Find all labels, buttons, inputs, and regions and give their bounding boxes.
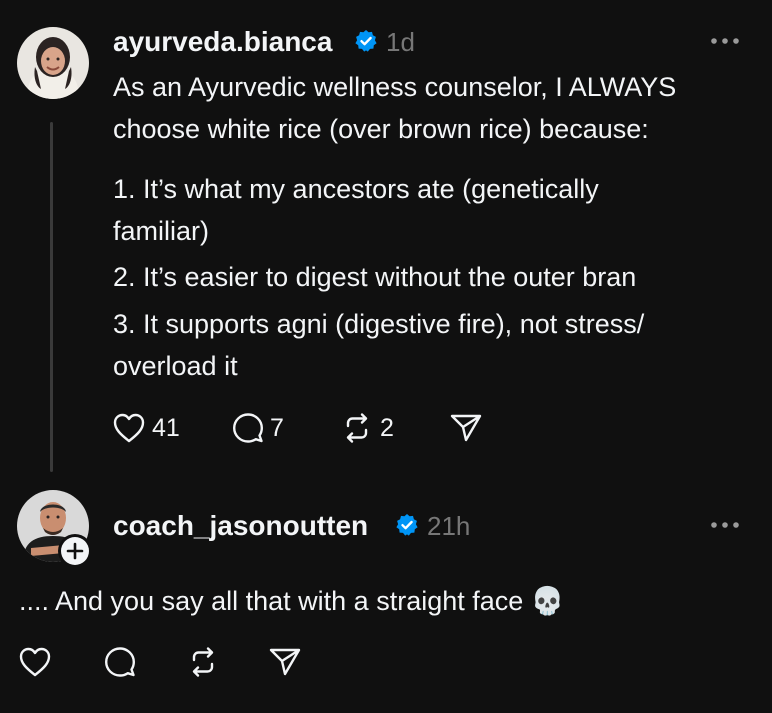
more-icon[interactable] <box>710 37 740 45</box>
comment-icon <box>233 413 263 443</box>
follow-button[interactable] <box>58 534 92 568</box>
comment-icon <box>105 647 135 677</box>
reply-timestamp: 21h <box>427 511 471 541</box>
post-text-line-2: choose white rice (over brown rice) beca… <box>113 114 649 144</box>
comment-count: 7 <box>270 413 284 442</box>
reply-share-button[interactable] <box>268 646 302 678</box>
reply-comment-button[interactable] <box>104 646 136 678</box>
post-text-line-5: 2. It’s easier to digest without the out… <box>113 262 637 292</box>
reply-text: .... And you say all that with a straigh… <box>19 586 565 616</box>
comment-button[interactable]: 7 <box>232 412 284 444</box>
reply-repost-button[interactable] <box>186 646 220 678</box>
avatar-image <box>17 27 89 99</box>
share-icon <box>269 648 301 676</box>
plus-icon <box>66 542 84 560</box>
verified-badge-icon <box>355 30 377 52</box>
post-text-line-4: familiar) <box>113 216 210 246</box>
share-icon <box>450 414 482 442</box>
more-icon[interactable] <box>710 521 740 529</box>
repost-icon <box>346 413 368 443</box>
thread-line <box>50 122 53 472</box>
repost-icon <box>192 647 214 677</box>
post-text-line-3: 1. It’s what my ancestors ate (genetical… <box>113 174 599 204</box>
reply-username[interactable]: coach_jasonoutten <box>113 512 368 540</box>
like-button[interactable]: 41 <box>112 412 180 444</box>
post-timestamp: 1d <box>386 27 415 57</box>
repost-button[interactable]: 2 <box>340 412 394 444</box>
verified-badge-icon <box>396 514 418 536</box>
post-text-line-1: As an Ayurvedic wellness counselor, I AL… <box>113 72 677 102</box>
post-text-line-6: 3. It supports agni (digestive fire), no… <box>113 309 645 339</box>
repost-count: 2 <box>380 413 394 442</box>
heart-icon <box>113 413 145 443</box>
post-text-line-7: overload it <box>113 351 238 381</box>
heart-icon <box>19 647 51 677</box>
post-username[interactable]: ayurveda.bianca <box>113 28 332 56</box>
share-button[interactable] <box>449 412 483 444</box>
avatar-ayurveda-bianca[interactable] <box>17 27 89 99</box>
like-count: 41 <box>152 413 180 442</box>
reply-like-button[interactable] <box>18 646 52 678</box>
